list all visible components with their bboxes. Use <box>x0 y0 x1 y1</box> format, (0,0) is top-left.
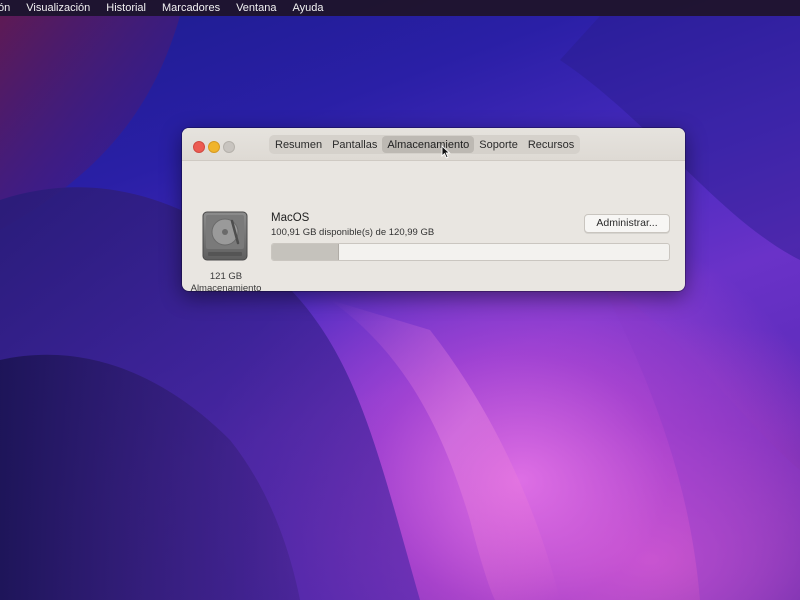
wallpaper-waves <box>0 16 800 600</box>
menu-item-marcadores[interactable]: Marcadores <box>162 2 220 14</box>
tab-pantallas[interactable]: Pantallas <box>327 136 382 153</box>
storage-usage-bar <box>271 243 670 261</box>
menu-item-visualizacion[interactable]: Visualización <box>26 2 90 14</box>
storage-panel: 121 GB Almacenamiento flash MacOS 100,91… <box>182 161 685 291</box>
close-button[interactable] <box>193 141 205 153</box>
hard-drive-icon <box>202 211 248 261</box>
volume-name: MacOS <box>271 212 310 224</box>
about-this-mac-window: Resumen Pantallas Almacenamiento Soporte… <box>182 128 685 291</box>
menu-item-partial[interactable]: ón <box>0 2 10 14</box>
menu-item-ventana[interactable]: Ventana <box>236 2 276 14</box>
disk-size: 121 GB <box>209 271 243 282</box>
mouse-pointer-icon <box>441 145 451 159</box>
desktop-wallpaper <box>0 0 800 600</box>
zoom-button[interactable] <box>223 141 235 153</box>
tab-almacenamiento[interactable]: Almacenamiento <box>382 136 475 153</box>
minimize-button[interactable] <box>208 141 220 153</box>
manage-button[interactable]: Administrar... <box>584 214 670 233</box>
tab-bar: Resumen Pantallas Almacenamiento Soporte… <box>269 135 581 154</box>
menu-item-historial[interactable]: Historial <box>106 2 146 14</box>
storage-used-segment <box>272 244 339 260</box>
tab-resumen[interactable]: Resumen <box>270 136 327 153</box>
disk-caption: 121 GB Almacenamiento flash <box>182 271 270 291</box>
volume-availability: 100,91 GB disponible(s) de 120,99 GB <box>271 227 435 238</box>
tab-recursos[interactable]: Recursos <box>523 136 579 153</box>
window-titlebar: Resumen Pantallas Almacenamiento Soporte… <box>182 128 685 161</box>
tab-soporte[interactable]: Soporte <box>474 136 523 153</box>
menu-bar: ón Visualización Historial Marcadores Ve… <box>0 0 800 16</box>
disk-type-line1: Almacenamiento <box>190 283 262 291</box>
menu-item-ayuda[interactable]: Ayuda <box>292 2 323 14</box>
